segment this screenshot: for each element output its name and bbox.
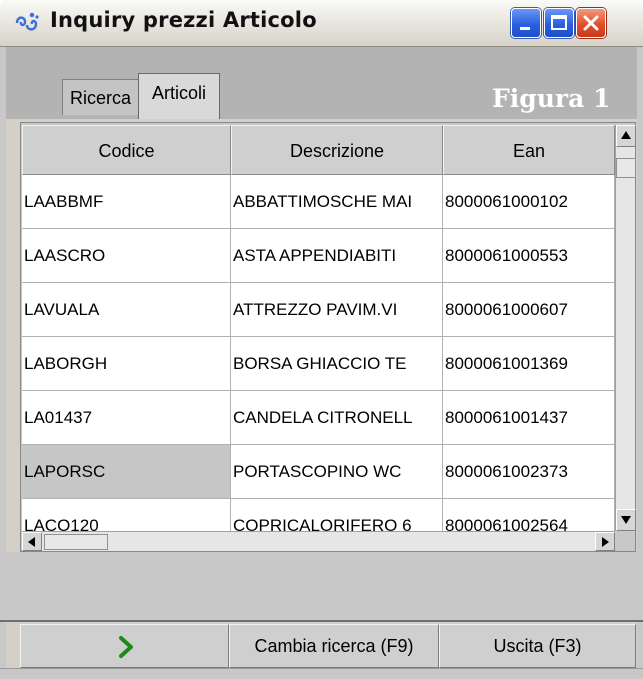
figure-label: Figura 1	[492, 84, 611, 113]
horizontal-scrollbar[interactable]	[22, 531, 615, 551]
cell-descrizione[interactable]: ATTREZZO PAVIM.VI	[231, 283, 443, 337]
table-body: LAABBMF ABBATTIMOSCHE MAI 8000061000102 …	[22, 175, 615, 531]
status-area	[0, 668, 643, 679]
cell-codice[interactable]: LA01437	[22, 391, 231, 445]
scroll-down-button[interactable]	[616, 509, 636, 531]
uscita-button[interactable]: Uscita (F3)	[439, 624, 636, 668]
cell-ean[interactable]: 8000061001437	[443, 391, 615, 445]
table-row[interactable]: LACO120 COPRICALORIFERO 6 8000061002564	[22, 499, 615, 531]
chevron-right-icon	[119, 636, 133, 658]
cell-codice[interactable]: LAASCRO	[22, 229, 231, 283]
window-title: Inquiry prezzi Articolo	[50, 8, 317, 32]
cell-ean[interactable]: 8000061000102	[443, 175, 615, 229]
tab-ricerca[interactable]: Ricerca	[62, 79, 139, 115]
title-bar[interactable]: Inquiry prezzi Articolo	[0, 0, 643, 47]
cell-ean[interactable]: 8000061001369	[443, 337, 615, 391]
table-row[interactable]: LABORGH BORSA GHIACCIO TE 8000061001369	[22, 337, 615, 391]
column-header-descrizione[interactable]: Descrizione	[231, 125, 443, 175]
column-header-codice[interactable]: Codice	[22, 125, 231, 175]
cell-codice[interactable]: LACO120	[22, 499, 231, 531]
cell-ean[interactable]: 8000061002373	[443, 445, 615, 499]
table-row[interactable]: LAVUALA ATTREZZO PAVIM.VI 8000061000607	[22, 283, 615, 337]
cell-descrizione[interactable]: CANDELA CITRONELL	[231, 391, 443, 445]
column-header-ean[interactable]: Ean	[443, 125, 615, 175]
cell-codice[interactable]: LAVUALA	[22, 283, 231, 337]
cell-codice[interactable]: LAPORSC	[22, 445, 231, 499]
cell-descrizione[interactable]: BORSA GHIACCIO TE	[231, 337, 443, 391]
vertical-scrollbar[interactable]	[615, 125, 636, 531]
table-row-selected[interactable]: LAPORSC PORTASCOPINO WC 8000061002373	[22, 445, 615, 499]
maximize-button[interactable]	[544, 8, 574, 38]
cell-descrizione[interactable]: PORTASCOPINO WC	[231, 445, 443, 499]
cambia-ricerca-button[interactable]: Cambia ricerca (F9)	[229, 624, 439, 668]
app-swirl-icon	[14, 11, 40, 35]
cell-descrizione[interactable]: ASTA APPENDIABITI	[231, 229, 443, 283]
cell-ean[interactable]: 8000061000553	[443, 229, 615, 283]
empty-area	[0, 552, 643, 622]
scroll-right-button[interactable]	[595, 532, 615, 551]
divider	[0, 620, 643, 622]
cell-ean[interactable]: 8000061000607	[443, 283, 615, 337]
table-row[interactable]: LA01437 CANDELA CITRONELL 8000061001437	[22, 391, 615, 445]
cell-descrizione[interactable]: ABBATTIMOSCHE MAI	[231, 175, 443, 229]
cell-ean[interactable]: 8000061002564	[443, 499, 615, 531]
vertical-scroll-thumb[interactable]	[616, 158, 636, 178]
cell-codice[interactable]: LABORGH	[22, 337, 231, 391]
tab-articoli[interactable]: Articoli	[138, 73, 220, 119]
table-row[interactable]: LAABBMF ABBATTIMOSCHE MAI 8000061000102	[22, 175, 615, 229]
table-header: Codice Descrizione Ean	[22, 125, 615, 175]
next-button[interactable]	[20, 624, 229, 668]
minimize-button[interactable]	[511, 8, 541, 38]
cell-codice[interactable]: LAABBMF	[22, 175, 231, 229]
horizontal-scroll-thumb[interactable]	[44, 534, 108, 550]
cell-descrizione[interactable]: COPRICALORIFERO 6	[231, 499, 443, 531]
scroll-left-button[interactable]	[22, 532, 42, 551]
close-button[interactable]	[576, 8, 606, 38]
table-row[interactable]: LAASCRO ASTA APPENDIABITI 8000061000553	[22, 229, 615, 283]
scroll-up-button[interactable]	[616, 125, 636, 147]
app-window: Inquiry prezzi Articolo Ricerca Articoli…	[0, 0, 643, 679]
